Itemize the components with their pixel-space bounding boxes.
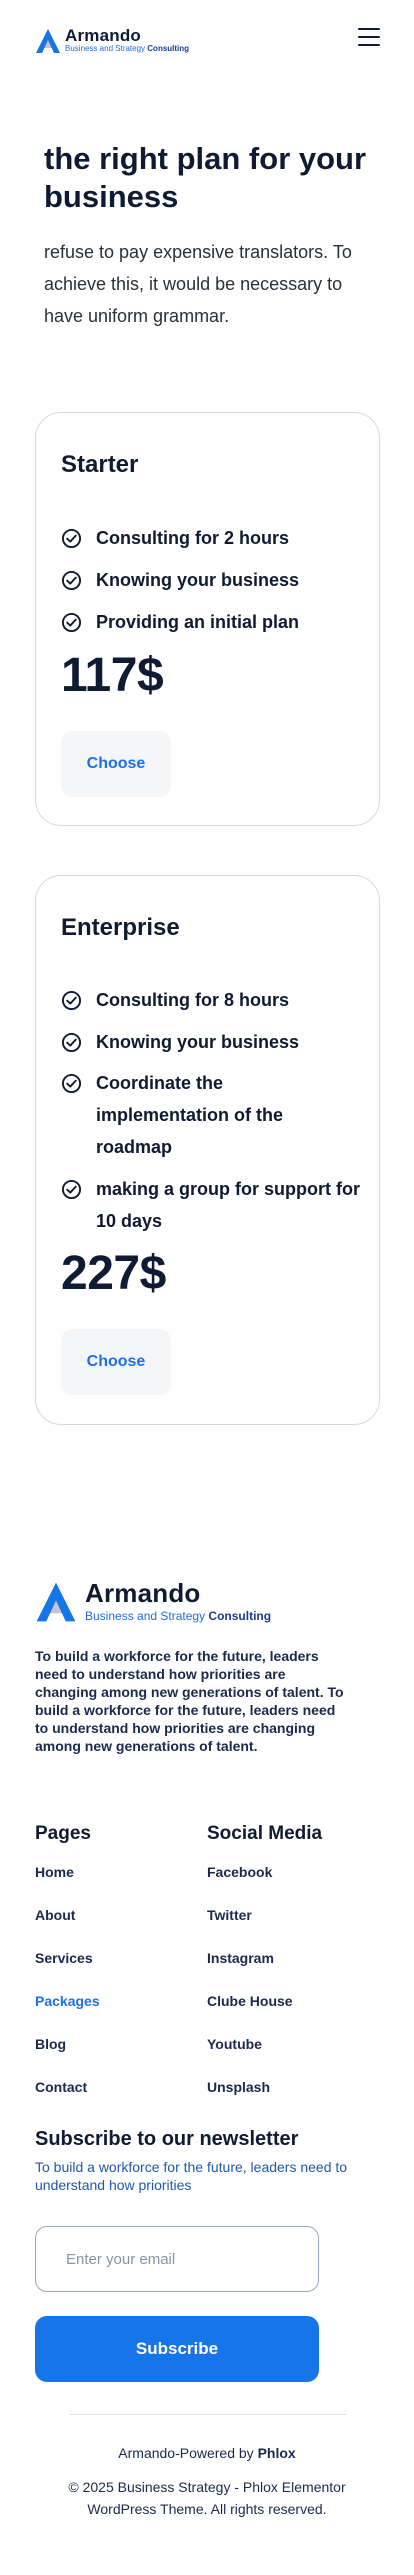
choose-enterprise-button[interactable]: Choose (61, 1329, 171, 1395)
powered-by-text: Armando-Powered by Phlox (118, 2445, 296, 2461)
hamburger-menu-icon[interactable] (358, 28, 380, 50)
plan-name: Enterprise (61, 914, 180, 941)
footer-brand-name: Armando (85, 1578, 201, 1608)
footer-about-text: To build a workforce for the future, lea… (35, 1648, 344, 1754)
plan-feature: Consulting for 2 hours (61, 526, 361, 551)
footer-link-blog[interactable]: Blog (35, 2036, 66, 2052)
plan-card-enterprise: Enterprise Consulting for 8 hours Knowin… (35, 875, 380, 1425)
hero-description: refuse to pay expensive translators. To … (44, 242, 352, 326)
footer-social-title: Social Media (207, 1823, 323, 1844)
plan-feature: Consulting for 8 hours (61, 988, 361, 1013)
brand-logo-icon (36, 1582, 76, 1622)
plan-feature: Providing an initial plan (61, 610, 361, 635)
newsletter-title: Subscribe to our newsletter (35, 2128, 299, 2150)
check-circle-icon (61, 528, 82, 549)
plan-feature: Knowing your business (61, 1030, 361, 1055)
footer-link-packages[interactable]: Packages (35, 1993, 100, 2009)
plan-feature: making a group for support for 10 days (61, 1173, 361, 1237)
footer-link-home[interactable]: Home (35, 1864, 74, 1880)
newsletter-text: To build a workforce for the future, lea… (35, 2159, 348, 2193)
footer-link-twitter[interactable]: Twitter (207, 1907, 252, 1923)
footer-brand-logo[interactable]: Armando Business and Strategy Consulting (35, 1580, 271, 1624)
check-circle-icon (61, 1179, 82, 1200)
footer-divider (70, 2414, 346, 2415)
check-circle-icon (61, 1032, 82, 1053)
copyright-text: © 2025 Business Strategy - Phlox Element… (68, 2479, 346, 2517)
email-field[interactable] (35, 2226, 319, 2292)
footer-link-facebook[interactable]: Facebook (207, 1864, 272, 1880)
footer-link-services[interactable]: Services (35, 1950, 93, 1966)
brand-tagline: Business and Strategy Consulting (65, 44, 190, 53)
plan-price: 227$ (61, 1247, 166, 1300)
plan-feature: Knowing your business (61, 568, 361, 593)
choose-starter-button[interactable]: Choose (61, 731, 171, 797)
brand-logo[interactable]: Armando Business and Strategy Consulting (35, 26, 190, 54)
subscribe-button[interactable]: Subscribe (35, 2316, 319, 2382)
page-title: the right plan for your business (44, 141, 367, 214)
footer-link-contact[interactable]: Contact (35, 2079, 87, 2095)
check-circle-icon (61, 612, 82, 633)
check-circle-icon (61, 990, 82, 1011)
footer-link-clubhouse[interactable]: Clube House (207, 1993, 293, 2009)
site-header: Armando Business and Strategy Consulting (0, 0, 414, 84)
plan-feature: Coordinate the implementation of the roa… (61, 1067, 361, 1163)
footer-brand-tagline: Business and Strategy Consulting (85, 1609, 272, 1623)
footer-link-youtube[interactable]: Youtube (207, 2036, 262, 2052)
brand-name: Armando (65, 26, 142, 45)
check-circle-icon (61, 1073, 82, 1094)
plan-price: 117$ (61, 649, 164, 702)
footer-link-unsplash[interactable]: Unsplash (207, 2079, 270, 2095)
footer-link-about[interactable]: About (35, 1907, 75, 1923)
footer-pages-title: Pages (35, 1823, 91, 1844)
footer-link-instagram[interactable]: Instagram (207, 1950, 274, 1966)
plan-card-starter: Starter Consulting for 2 hours Knowing y… (35, 412, 380, 826)
plan-name: Starter (61, 451, 139, 478)
check-circle-icon (61, 570, 82, 591)
brand-logo-icon (36, 29, 60, 53)
